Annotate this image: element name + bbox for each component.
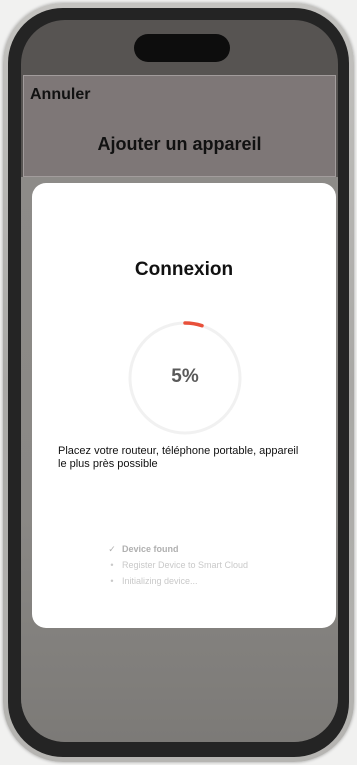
dynamic-island [134, 34, 230, 62]
dialog-title: Connexion [134, 259, 234, 280]
list-item: • Initializing device... [106, 573, 306, 589]
phone-screen: Annuler Ajouter un appareil Connexion 5%… [21, 20, 338, 742]
app-header: Annuler Ajouter un appareil [23, 75, 336, 177]
step-label: Register Device to Smart Cloud [122, 560, 249, 570]
list-item: ✓ Device found [106, 541, 306, 557]
setup-steps: ✓ Device found • Register Device to Smart … [106, 541, 306, 589]
list-item: • Register Device to Smart Cloud [106, 557, 306, 573]
progress-percent: 5% [171, 366, 199, 387]
cancel-button[interactable]: Annuler [30, 86, 90, 104]
step-label: Device found [122, 544, 179, 554]
connection-dialog: Connexion 5% Placez votre routeur, télép… [32, 183, 336, 628]
instruction-text: Placez votre routeur, téléphone portable… [58, 445, 299, 470]
page-title: Ajouter un appareil [97, 134, 262, 154]
step-label: Initializing device... [122, 576, 198, 586]
bullet-icon: • [110, 560, 114, 570]
check-icon: ✓ [108, 544, 116, 554]
bullet-icon: • [110, 576, 114, 586]
